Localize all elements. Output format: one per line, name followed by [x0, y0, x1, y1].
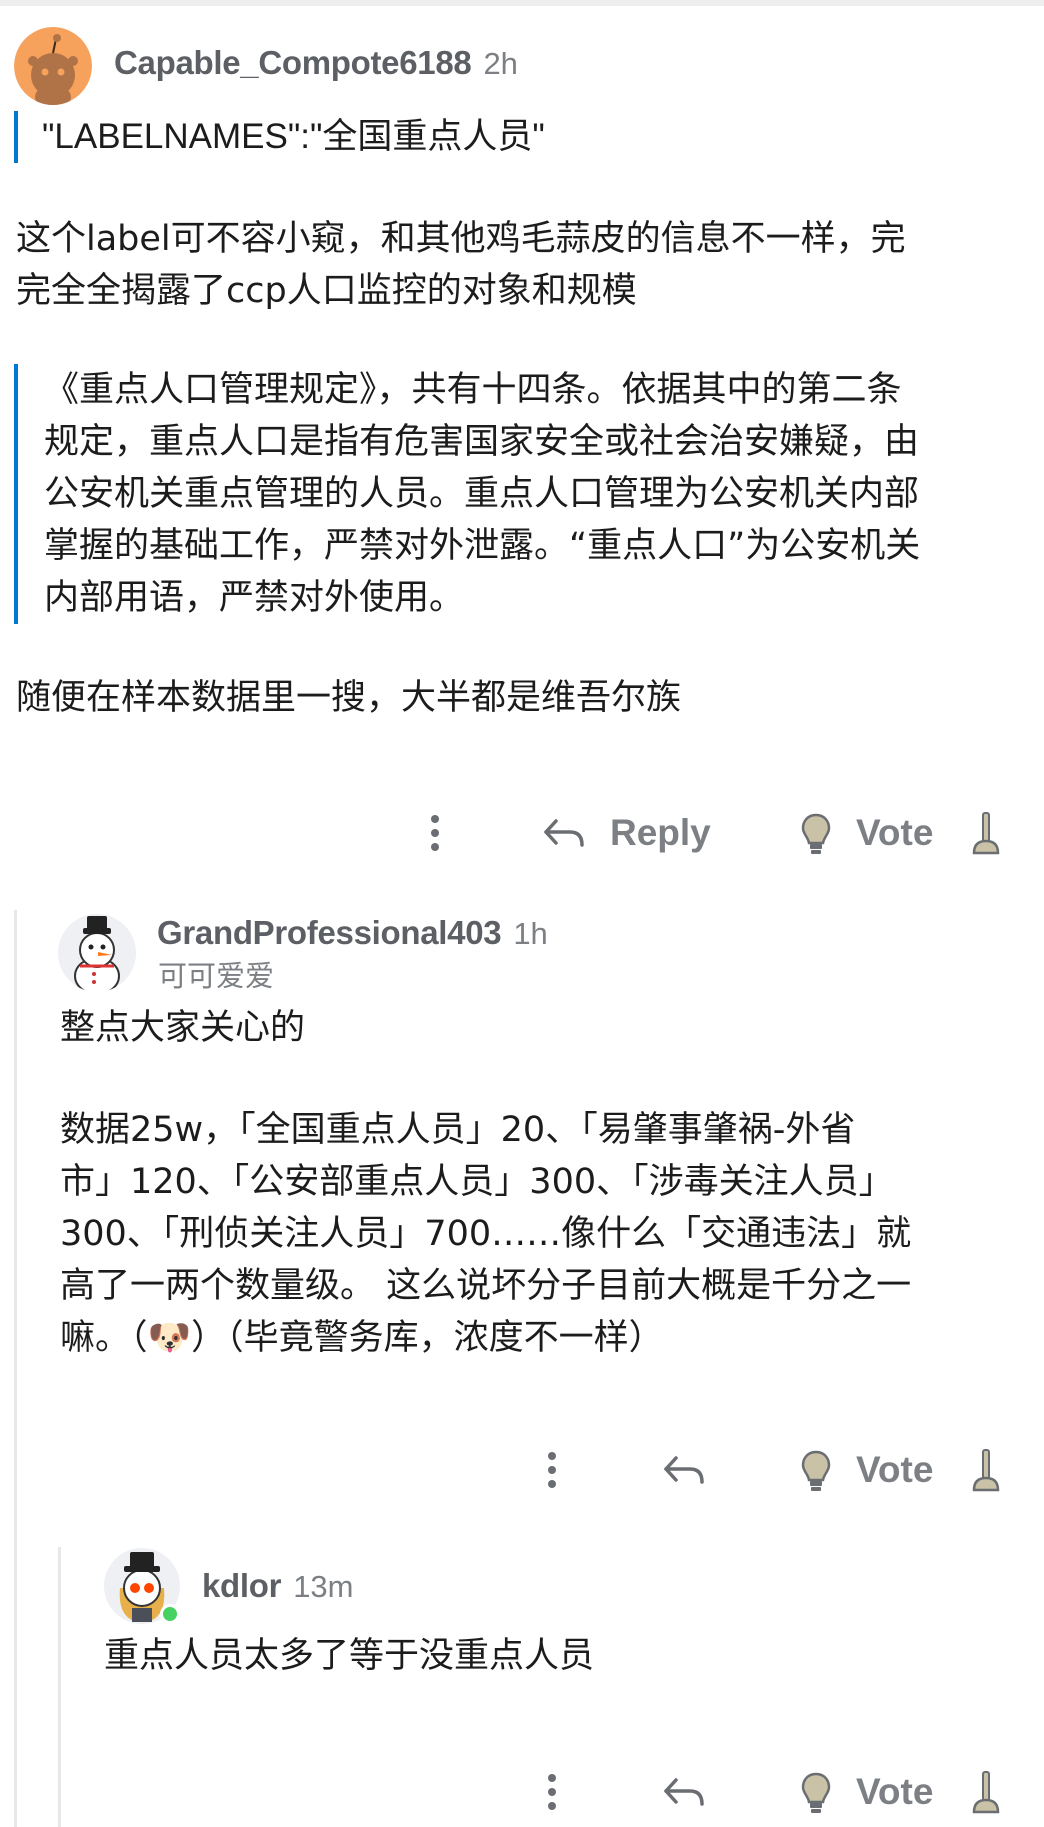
comment-text: 重点人员太多了等于没重点人员 — [104, 1636, 595, 1676]
vote-label: Vote — [856, 1449, 934, 1490]
plunger-downvote-icon — [972, 1771, 1000, 1814]
quote-text: "LABELNAMES":"全国重点人员" — [42, 117, 545, 156]
timestamp: 1h — [513, 916, 548, 951]
comment-text: 数据25w，「全国重点人员」20、「易肇事肇祸-外省 — [60, 1110, 856, 1150]
comment-text: 这个label可不容小窥，和其他鸡毛蒜皮的信息不一样，完 — [16, 219, 906, 259]
snowman-avatar-icon — [58, 914, 136, 992]
more-options-button[interactable] — [537, 1440, 567, 1500]
comment-text: 随便在样本数据里一搜，大半都是维吾尔族 — [16, 678, 682, 718]
username[interactable]: Capable_Compote6188 — [114, 44, 472, 82]
comment-text: 整点大家关心的 — [60, 1008, 306, 1048]
user-avatar[interactable] — [58, 914, 136, 992]
top-divider — [0, 0, 1044, 6]
downvote-button[interactable] — [968, 803, 1004, 863]
plunger-downvote-icon — [972, 1449, 1000, 1492]
reply-label: Reply — [610, 812, 711, 853]
timestamp: 2h — [483, 46, 518, 81]
user-avatar[interactable] — [14, 27, 92, 105]
user-flair: 可可爱爱 — [158, 959, 275, 993]
thread-line[interactable] — [14, 910, 17, 1827]
quote-line: 内部用语，严禁对外使用。 — [44, 578, 465, 618]
reply-icon — [664, 1456, 704, 1484]
downvote-button[interactable] — [968, 1762, 1004, 1822]
more-vertical-icon — [548, 1774, 556, 1810]
lightbulb-upvote-icon — [801, 813, 831, 854]
comment-actions: Vote — [0, 1440, 1044, 1500]
comment-text: 高了一两个数量级。 这么说坏分子目前大概是千分之一 — [60, 1266, 912, 1306]
comment-actions: Reply Vote — [0, 803, 1044, 863]
blockquote: 《重点人口管理规定》，共有十四条。依据其中的第二条 规定，重点人口是指有危害国家… — [14, 364, 920, 624]
vote-button[interactable]: Vote — [794, 803, 933, 863]
username[interactable]: kdlor — [202, 1567, 281, 1605]
reply-icon — [664, 1778, 704, 1806]
more-options-button[interactable] — [537, 1762, 567, 1822]
lightbulb-upvote-icon — [801, 1450, 831, 1491]
reply-button[interactable]: Reply — [540, 803, 711, 863]
more-options-button[interactable] — [420, 803, 450, 863]
reply-icon — [544, 819, 584, 847]
username[interactable]: GrandProfessional403 — [157, 914, 502, 952]
more-vertical-icon — [548, 1452, 556, 1488]
quote-line: 规定，重点人口是指有危害国家安全或社会治安嫌疑，由 — [44, 422, 920, 462]
online-status-dot — [160, 1604, 180, 1624]
user-avatar[interactable] — [104, 1548, 180, 1624]
more-vertical-icon — [431, 815, 439, 851]
quote-line: 掌握的基础工作，严禁对外泄露。“重点人口”为公安机关 — [44, 526, 921, 566]
blockquote: "LABELNAMES":"全国重点人员" — [14, 111, 545, 163]
reply-button[interactable] — [660, 1762, 708, 1822]
quote-line: 《重点人口管理规定》，共有十四条。依据其中的第二条 — [44, 370, 902, 410]
vote-button[interactable]: Vote — [794, 1440, 933, 1500]
timestamp: 13m — [293, 1569, 354, 1604]
comment-text: 市」120、「公安部重点人员」300、「涉毒关注人员」 — [60, 1162, 894, 1202]
quote-line: 公安机关重点管理的人员。重点人口管理为公安机关内部 — [44, 474, 920, 514]
vote-label: Vote — [856, 1771, 934, 1812]
reply-button[interactable] — [660, 1440, 708, 1500]
comment-actions: Vote — [0, 1762, 1044, 1822]
reddit-snoo-icon — [14, 27, 92, 105]
downvote-button[interactable] — [968, 1440, 1004, 1500]
comment-text: 300、「刑侦关注人员」700……像什么「交通违法」就 — [60, 1214, 912, 1254]
vote-label: Vote — [856, 812, 934, 853]
comment-text: 完全全揭露了ccp人口监控的对象和规模 — [16, 271, 637, 311]
comment-text: 嘛。（🐶）（毕竟警务库，浓度不一样） — [60, 1318, 664, 1358]
lightbulb-upvote-icon — [801, 1772, 831, 1813]
vote-button[interactable]: Vote — [794, 1762, 933, 1822]
plunger-downvote-icon — [972, 812, 1000, 855]
